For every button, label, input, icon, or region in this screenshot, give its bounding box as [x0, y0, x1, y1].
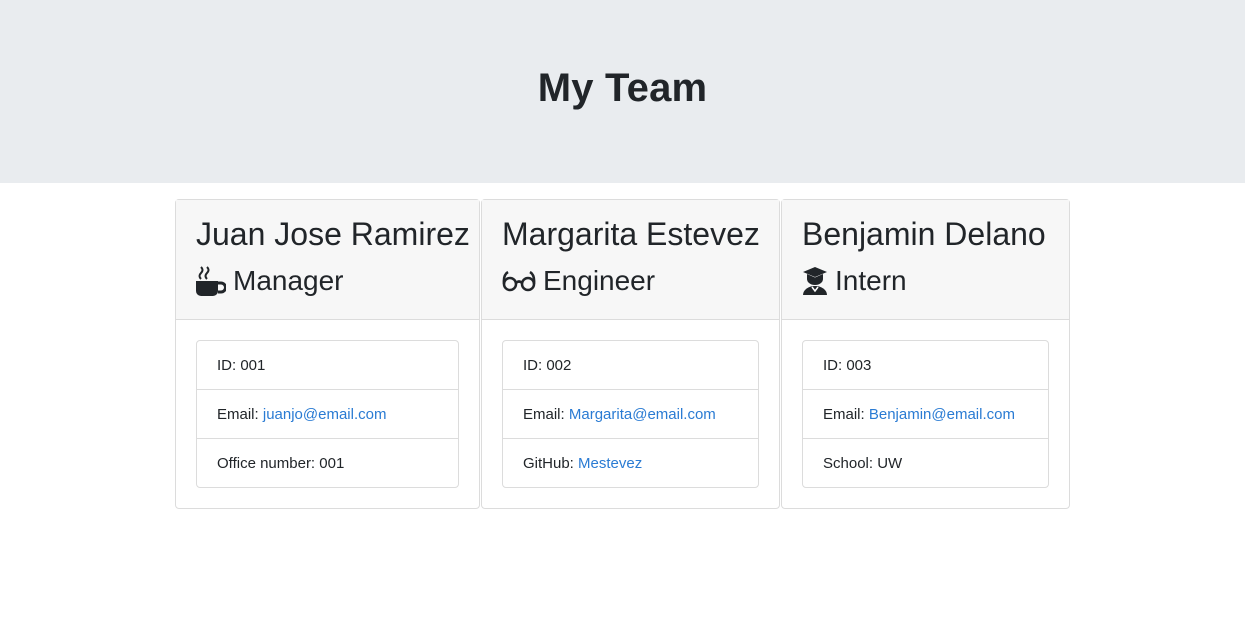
card-header: Juan Jose Ramirez Manager: [176, 200, 479, 320]
glasses-icon: [502, 266, 536, 296]
coffee-mug-icon: [196, 266, 226, 296]
card-header: Margarita Estevez Engineer: [482, 200, 779, 320]
page-title: My Team: [537, 66, 708, 110]
card-body: ID: 002 Email: Margarita@email.com GitHu…: [482, 320, 779, 508]
employee-id: ID: 001: [197, 341, 458, 390]
employee-name: Margarita Estevez: [502, 216, 760, 252]
employee-email-row: Email: Benjamin@email.com: [803, 390, 1048, 439]
employee-details: ID: 001 Email: juanjo@email.com Office n…: [196, 340, 459, 488]
role-label: Engineer: [543, 265, 656, 296]
email-label: Email:: [523, 405, 565, 423]
card-body: ID: 001 Email: juanjo@email.com Office n…: [176, 320, 479, 508]
employee-id: ID: 002: [503, 341, 758, 390]
github-label: GitHub:: [523, 454, 574, 472]
employee-role: Engineer: [502, 261, 759, 301]
employee-email-row: Email: Margarita@email.com: [503, 390, 758, 439]
office-number: Office number: 001: [217, 454, 345, 472]
card-body: ID: 003 Email: Benjamin@email.com School…: [782, 320, 1069, 508]
employee-card-manager: Juan Jose Ramirez Manager ID: 001 Email:: [175, 199, 480, 509]
school: School: UW: [823, 454, 903, 472]
employee-details: ID: 002 Email: Margarita@email.com GitHu…: [502, 340, 759, 488]
employee-role: Intern: [802, 261, 1049, 301]
github-row: GitHub: Mestevez: [503, 439, 758, 487]
employee-role: Manager: [196, 261, 459, 301]
role-label: Manager: [233, 265, 344, 296]
graduate-icon: [802, 266, 828, 296]
employee-name: Benjamin Delano: [802, 216, 1046, 252]
employee-name: Juan Jose Ramirez: [196, 216, 470, 252]
employee-id: ID: 003: [803, 341, 1048, 390]
page-header: My Team: [0, 0, 1245, 183]
github-link[interactable]: Mestevez: [578, 455, 642, 472]
email-link[interactable]: Benjamin@email.com: [869, 406, 1015, 423]
employee-card-intern: Benjamin Delano Intern ID: 003 Email: Be…: [781, 199, 1070, 509]
card-header: Benjamin Delano Intern: [782, 200, 1069, 320]
email-label: Email:: [217, 405, 259, 423]
team-cards: Juan Jose Ramirez Manager ID: 001 Email:: [175, 199, 1071, 509]
email-label: Email:: [823, 405, 865, 423]
role-label: Intern: [835, 265, 907, 296]
employee-email-row: Email: juanjo@email.com: [197, 390, 458, 439]
employee-details: ID: 003 Email: Benjamin@email.com School…: [802, 340, 1049, 488]
email-link[interactable]: Margarita@email.com: [569, 406, 716, 423]
email-link[interactable]: juanjo@email.com: [263, 406, 387, 423]
employee-card-engineer: Margarita Estevez Engineer ID: 002 Email…: [481, 199, 780, 509]
